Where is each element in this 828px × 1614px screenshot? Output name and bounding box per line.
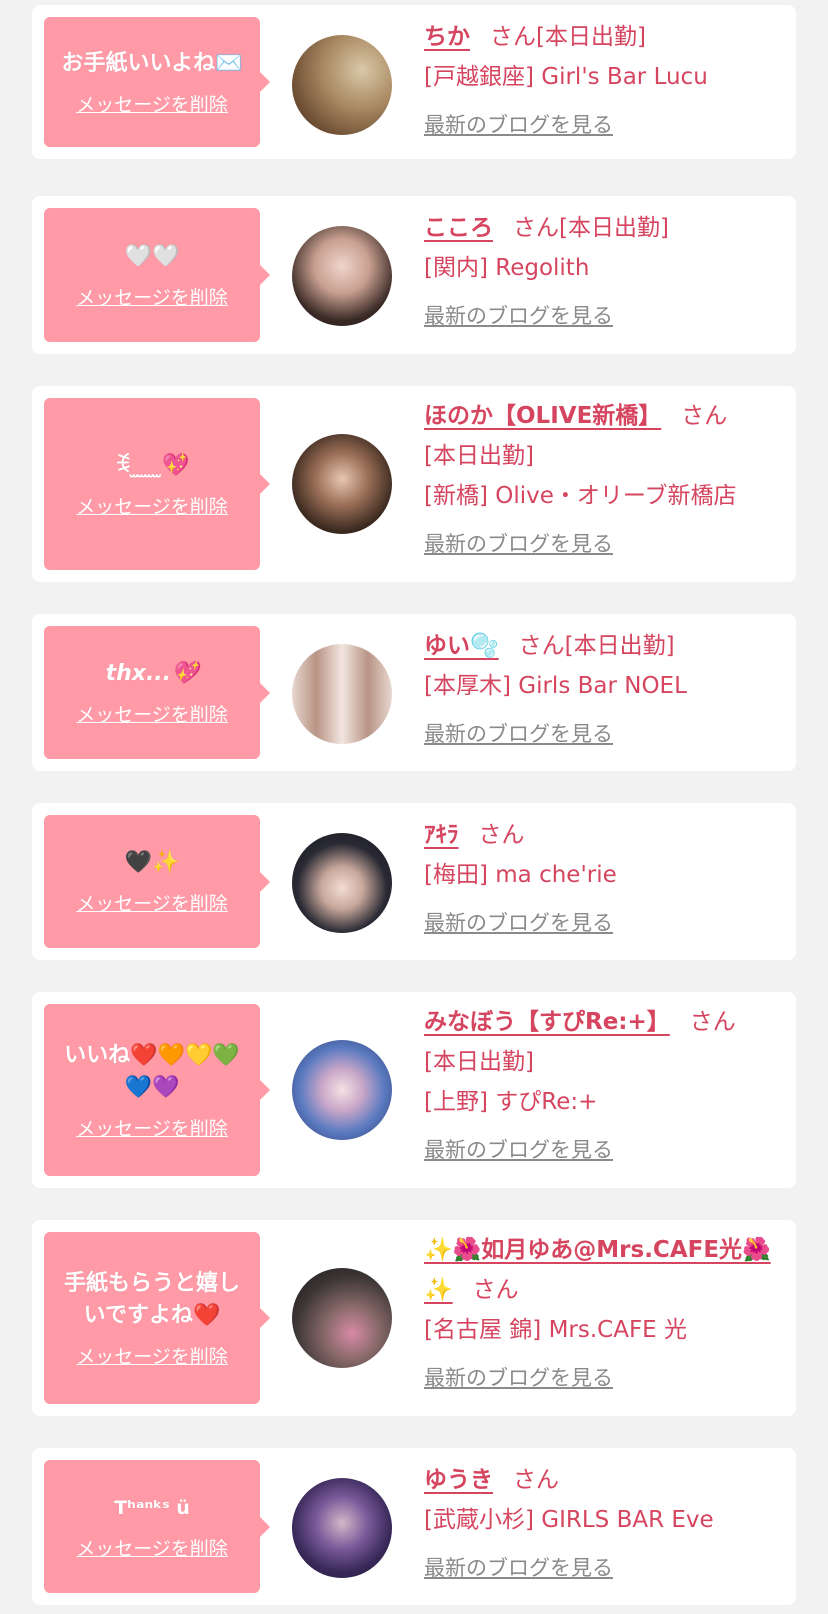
- status-text: [本日出勤]: [564, 633, 675, 659]
- status-text: [本日出勤]: [424, 443, 534, 469]
- message-text: Tʰᵃⁿᵏˢ ü: [114, 1497, 190, 1519]
- message-text: いいね❤️🧡💛💚💙💜: [64, 1042, 240, 1100]
- message-bubble: 手紙もらうと嬉しいですよね❤️ メッセージを削除: [44, 1232, 270, 1404]
- message-card: 手紙もらうと嬉しいですよね❤️ メッセージを削除 ✨🌺如月ゆあ@Mrs.CAFE…: [32, 1220, 796, 1416]
- cast-info: こころ さん[本日出勤] [関内] Regolith 最新のブログを見る: [424, 208, 782, 336]
- cast-name-link[interactable]: ほのか【OLIVE新橋】: [424, 403, 661, 429]
- message-bubble: お手紙いいよね✉️ メッセージを削除: [44, 17, 270, 147]
- message-text: thx...💖: [105, 661, 199, 686]
- cast-info: ゆうき さん [武蔵小杉] GIRLS BAR Eve 最新のブログを見る: [424, 1460, 782, 1588]
- status-text: [本日出勤]: [424, 1049, 534, 1075]
- shop-name: [戸越銀座] Girl's Bar Lucu: [424, 64, 708, 90]
- latest-blog-link[interactable]: 最新のブログを見る: [424, 714, 613, 754]
- shop-name: [名古屋 錦] Mrs.CAFE 光: [424, 1317, 688, 1343]
- delete-message-link[interactable]: メッセージを削除: [76, 492, 228, 519]
- delete-message-link[interactable]: メッセージを削除: [76, 90, 228, 117]
- message-card: 🖤✨ メッセージを削除 ｱｷﾗ さん [梅田] ma che'rie 最新のブログ…: [32, 803, 796, 960]
- honorific: さん: [478, 822, 525, 848]
- delete-message-link[interactable]: メッセージを削除: [76, 889, 228, 916]
- avatar[interactable]: [292, 226, 392, 326]
- delete-message-link[interactable]: メッセージを削除: [76, 1342, 228, 1369]
- cast-name-link[interactable]: ゆい🫧: [424, 633, 499, 659]
- latest-blog-link[interactable]: 最新のブログを見る: [424, 903, 613, 943]
- honorific: さん: [681, 403, 728, 429]
- shop-name: [上野] すぴRe:+: [424, 1089, 598, 1115]
- shop-name: [新橋] Olive・オリーブ新橋店: [424, 483, 737, 509]
- cast-name-link[interactable]: みなぼう【すぴRe:+】: [424, 1009, 670, 1035]
- message-bubble: 🤍🤍 メッセージを削除: [44, 208, 270, 342]
- message-bubble: いいね❤️🧡💛💚💙💜 メッセージを削除: [44, 1004, 270, 1176]
- cast-info: ✨🌺如月ゆあ@Mrs.CAFE光🌺✨ さん [名古屋 錦] Mrs.CAFE 光 …: [424, 1230, 782, 1398]
- delete-message-link[interactable]: メッセージを削除: [76, 700, 228, 727]
- avatar[interactable]: [292, 1478, 392, 1578]
- shop-name: [関内] Regolith: [424, 255, 590, 281]
- latest-blog-link[interactable]: 最新のブログを見る: [424, 1548, 613, 1588]
- shop-name: [本厚木] Girls Bar NOEL: [424, 673, 687, 699]
- message-text: ꉂ ̫ ̫ ̫ ̫💖: [114, 452, 190, 478]
- avatar[interactable]: [292, 35, 392, 135]
- message-text: お手紙いいよね✉️: [61, 50, 243, 76]
- honorific: さん: [472, 1277, 519, 1303]
- honorific: さん: [490, 24, 536, 50]
- message-card: thx...💖 メッセージを削除 ゆい🫧 さん[本日出勤] [本厚木] Girls…: [32, 614, 796, 771]
- shop-name: [武蔵小杉] GIRLS BAR Eve: [424, 1507, 714, 1533]
- shop-name: [梅田] ma che'rie: [424, 862, 617, 888]
- cast-info: ｱｷﾗ さん [梅田] ma che'rie 最新のブログを見る: [424, 815, 782, 943]
- status-text: [本日出勤]: [559, 215, 669, 241]
- message-bubble: Tʰᵃⁿᵏˢ ü メッセージを削除: [44, 1460, 270, 1593]
- honorific: さん: [513, 215, 559, 241]
- cast-name-link[interactable]: ちか: [424, 24, 470, 50]
- cast-info: みなぼう【すぴRe:+】 さん [本日出勤] [上野] すぴRe:+ 最新のブログ…: [424, 1002, 782, 1170]
- message-card: いいね❤️🧡💛💚💙💜 メッセージを削除 みなぼう【すぴRe:+】 さん [本日出勤…: [32, 992, 796, 1188]
- cast-info: ゆい🫧 さん[本日出勤] [本厚木] Girls Bar NOEL 最新のブログを…: [424, 626, 782, 754]
- avatar[interactable]: [292, 1040, 392, 1140]
- delete-message-link[interactable]: メッセージを削除: [76, 1114, 228, 1141]
- cast-name-link[interactable]: こころ: [424, 215, 493, 241]
- honorific: さん: [513, 1467, 559, 1493]
- message-bubble: ꉂ ̫ ̫ ̫ ̫💖 メッセージを削除: [44, 398, 270, 570]
- honorific: さん: [518, 633, 565, 659]
- avatar[interactable]: [292, 833, 392, 933]
- honorific: さん: [689, 1009, 736, 1035]
- cast-name-link[interactable]: ゆうき: [424, 1467, 493, 1493]
- avatar[interactable]: [292, 434, 392, 534]
- latest-blog-link[interactable]: 最新のブログを見る: [424, 1130, 613, 1170]
- message-bubble: 🖤✨ メッセージを削除: [44, 815, 270, 948]
- message-card: ꉂ ̫ ̫ ̫ ̫💖 メッセージを削除 ほのか【OLIVE新橋】 さん [本日出勤…: [32, 386, 796, 582]
- message-list: お手紙いいよね✉️ メッセージを削除 ちか さん[本日出勤] [戸越銀座] Gir…: [0, 0, 828, 1614]
- latest-blog-link[interactable]: 最新のブログを見る: [424, 1358, 613, 1398]
- delete-message-link[interactable]: メッセージを削除: [76, 283, 228, 310]
- avatar[interactable]: [292, 1268, 392, 1368]
- latest-blog-link[interactable]: 最新のブログを見る: [424, 105, 613, 145]
- status-text: [本日出勤]: [536, 24, 646, 50]
- cast-info: ちか さん[本日出勤] [戸越銀座] Girl's Bar Lucu 最新のブログ…: [424, 17, 782, 145]
- message-text: 🖤✨: [124, 850, 180, 875]
- avatar[interactable]: [292, 644, 392, 744]
- cast-info: ほのか【OLIVE新橋】 さん [本日出勤] [新橋] Olive・オリーブ新橋店…: [424, 396, 782, 564]
- message-bubble: thx...💖 メッセージを削除: [44, 626, 270, 759]
- message-card: お手紙いいよね✉️ メッセージを削除 ちか さん[本日出勤] [戸越銀座] Gir…: [32, 5, 796, 159]
- message-text: 🤍🤍: [124, 243, 180, 269]
- delete-message-link[interactable]: メッセージを削除: [76, 1534, 228, 1561]
- message-text: 手紙もらうと嬉しいですよね❤️: [63, 1270, 240, 1328]
- message-card: 🤍🤍 メッセージを削除 こころ さん[本日出勤] [関内] Regolith 最新…: [32, 196, 796, 354]
- latest-blog-link[interactable]: 最新のブログを見る: [424, 296, 613, 336]
- message-card: Tʰᵃⁿᵏˢ ü メッセージを削除 ゆうき さん [武蔵小杉] GIRLS BAR…: [32, 1448, 796, 1605]
- latest-blog-link[interactable]: 最新のブログを見る: [424, 524, 613, 564]
- cast-name-link[interactable]: ｱｷﾗ: [424, 822, 459, 848]
